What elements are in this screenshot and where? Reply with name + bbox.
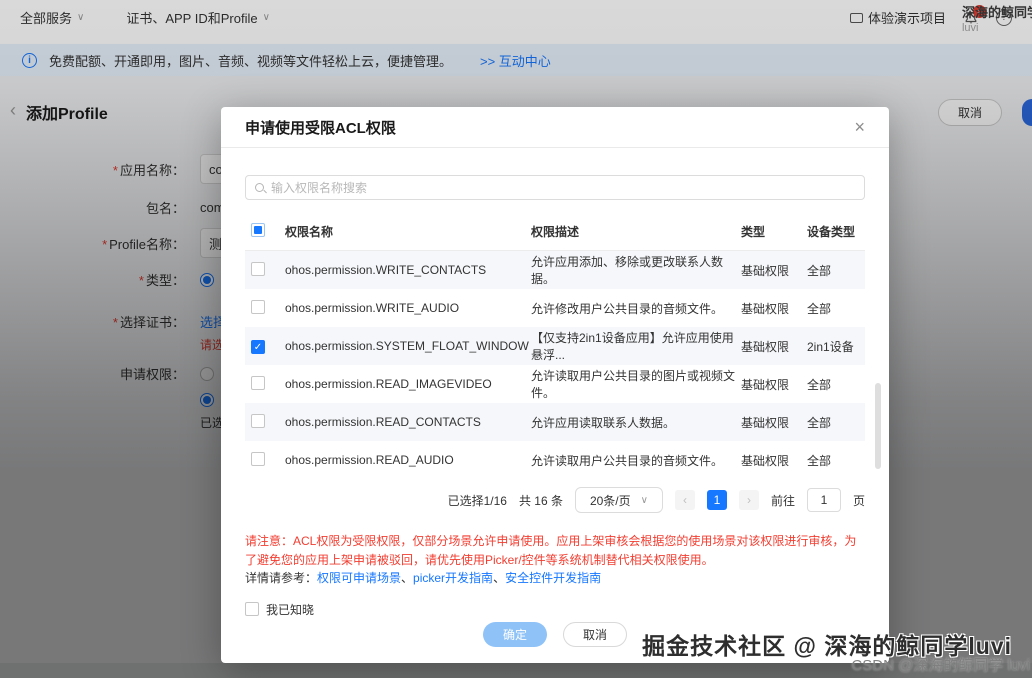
chevron-down-icon: ∨ [640, 494, 648, 506]
permission-name: ohos.permission.READ_IMAGEVIDEO [285, 377, 492, 391]
table-row[interactable]: ohos.permission.WRITE_AUDIO 允许修改用户公共目录的音… [245, 289, 865, 327]
permission-name: ohos.permission.READ_CONTACTS [285, 415, 481, 429]
total-count: 共 16 条 [518, 493, 563, 508]
close-icon[interactable]: × [854, 118, 865, 136]
reference-link[interactable]: 权限可申请场景 [317, 571, 401, 585]
row-checkbox[interactable] [251, 413, 265, 428]
permission-desc: 允许修改用户公共目录的音频文件。 [531, 301, 724, 316]
row-checkbox[interactable] [251, 451, 265, 466]
link-separator: 、 [401, 571, 414, 586]
next-page-button[interactable]: › [738, 490, 759, 510]
permission-name: ohos.permission.WRITE_CONTACTS [285, 263, 487, 277]
permission-desc: 允许应用读取联系人数据。 [531, 415, 676, 430]
permission-desc: 允许应用添加、移除或更改联系人数据。 [531, 255, 724, 286]
permission-device: 全部 [807, 377, 832, 392]
selected-count: 已选择1/16 [447, 493, 507, 508]
watermark-corner-sub: luvi [961, 22, 979, 34]
pagination-bar: 已选择1/16 共 16 条 20条/页 ∨ ‹ 1 › 前往 页 [245, 485, 865, 515]
permission-device: 全部 [807, 301, 832, 316]
select-all-checkbox[interactable] [251, 223, 265, 237]
page-size-select[interactable]: 20条/页 ∨ [574, 487, 663, 513]
permission-type: 基础权限 [741, 377, 790, 392]
reference-links: 权限可申请场景、picker开发指南、安全控件开发指南 [317, 571, 601, 585]
row-checkbox[interactable] [251, 299, 265, 314]
goto-suffix: 页 [852, 493, 865, 508]
table-body: ohos.permission.WRITE_CONTACTS 允许应用添加、移除… [245, 251, 865, 479]
row-checkbox[interactable]: ✓ [251, 339, 265, 354]
table-row[interactable]: ohos.permission.READ_AUDIO 允许读取用户公共目录的音频… [245, 441, 865, 479]
table-header-row: 权限名称 权限描述 类型 设备类型 [245, 213, 865, 251]
permission-device: 全部 [807, 415, 832, 430]
reference-line: 详情请参考：权限可申请场景、picker开发指南、安全控件开发指南 [245, 569, 865, 588]
table-row[interactable]: ohos.permission.READ_IMAGEVIDEO 允许读取用户公共… [245, 365, 865, 403]
permission-type: 基础权限 [741, 263, 790, 278]
permission-name: ohos.permission.WRITE_AUDIO [285, 301, 460, 315]
col-header-type: 类型 [741, 225, 766, 239]
app-screen: 全部服务 ∨ 证书、APP ID和Profile ∨ 体验演示项目 4 [0, 0, 1032, 678]
permission-device: 全部 [807, 453, 832, 468]
page-size-value: 20条/页 [589, 493, 631, 508]
permission-desc: 【仅支持2in1设备应用】允许应用使用悬浮... [531, 331, 734, 362]
reference-link[interactable]: picker开发指南 [413, 571, 493, 585]
link-separator: 、 [493, 571, 506, 586]
permission-type: 基础权限 [741, 301, 790, 316]
watermark-corner: 深海的鲸同学 luvi [962, 2, 1032, 34]
permission-type: 基础权限 [741, 453, 790, 468]
confirm-button[interactable]: 确定 [483, 622, 547, 647]
table-row[interactable]: ohos.permission.READ_CONTACTS 允许应用读取联系人数… [245, 403, 865, 441]
permission-desc: 允许读取用户公共目录的图片或视频文件。 [531, 369, 736, 400]
modal-header: 申请使用受限ACL权限 × [221, 107, 889, 148]
permission-type: 基础权限 [741, 415, 790, 430]
reference-label: 详情请参考： [245, 571, 318, 586]
acknowledge-checkbox[interactable] [245, 602, 259, 617]
goto-label: 前往 [770, 493, 795, 508]
table-row[interactable]: ✓ ohos.permission.SYSTEM_FLOAT_WINDOW 【仅… [245, 327, 865, 365]
permission-desc: 允许读取用户公共目录的音频文件。 [531, 453, 724, 468]
col-header-name: 权限名称 [285, 225, 334, 239]
modal-body: 权限名称 权限描述 类型 设备类型 ohos.permission.WRITE_… [221, 175, 889, 618]
modal-cancel-button[interactable]: 取消 [563, 622, 627, 647]
col-header-desc: 权限描述 [531, 225, 580, 239]
search-icon [255, 183, 264, 192]
prev-page-button[interactable]: ‹ [674, 490, 695, 510]
goto-page-input[interactable] [806, 488, 841, 512]
permission-device: 2in1设备 [807, 339, 854, 354]
modal-title: 申请使用受限ACL权限 [245, 119, 396, 137]
permission-search-box[interactable] [245, 175, 865, 200]
permission-name: ohos.permission.SYSTEM_FLOAT_WINDOW [285, 339, 529, 353]
table-scrollbar[interactable] [875, 383, 881, 469]
watermark-juejin: 掘金技术社区 @ 深海的鲸同学luvi [642, 633, 1012, 659]
acl-warning-text: 请注意：ACL权限为受限权限，仅部分场景允许申请使用。应用上架审核会根据您的使用… [245, 534, 857, 567]
watermark-corner-name: 深海的鲸同学 [961, 5, 1032, 20]
reference-link[interactable]: 安全控件开发指南 [505, 571, 601, 585]
permission-device: 全部 [807, 263, 832, 278]
table-row[interactable]: ohos.permission.WRITE_CONTACTS 允许应用添加、移除… [245, 251, 865, 289]
acl-permission-modal: 申请使用受限ACL权限 × 权限名称 权限描述 类型 设备类型 ohos.per… [221, 107, 889, 663]
permission-search-input[interactable] [271, 180, 855, 195]
row-checkbox[interactable] [251, 261, 265, 276]
acknowledge-row: 我已知晓 [245, 601, 865, 618]
current-page-button[interactable]: 1 [706, 490, 727, 510]
row-checkbox[interactable] [251, 375, 265, 390]
permission-name: ohos.permission.READ_AUDIO [285, 453, 454, 467]
indeterminate-mark-icon [254, 226, 262, 234]
col-header-device: 设备类型 [807, 225, 856, 239]
acknowledge-label: 我已知晓 [266, 602, 315, 617]
permission-type: 基础权限 [741, 339, 790, 354]
